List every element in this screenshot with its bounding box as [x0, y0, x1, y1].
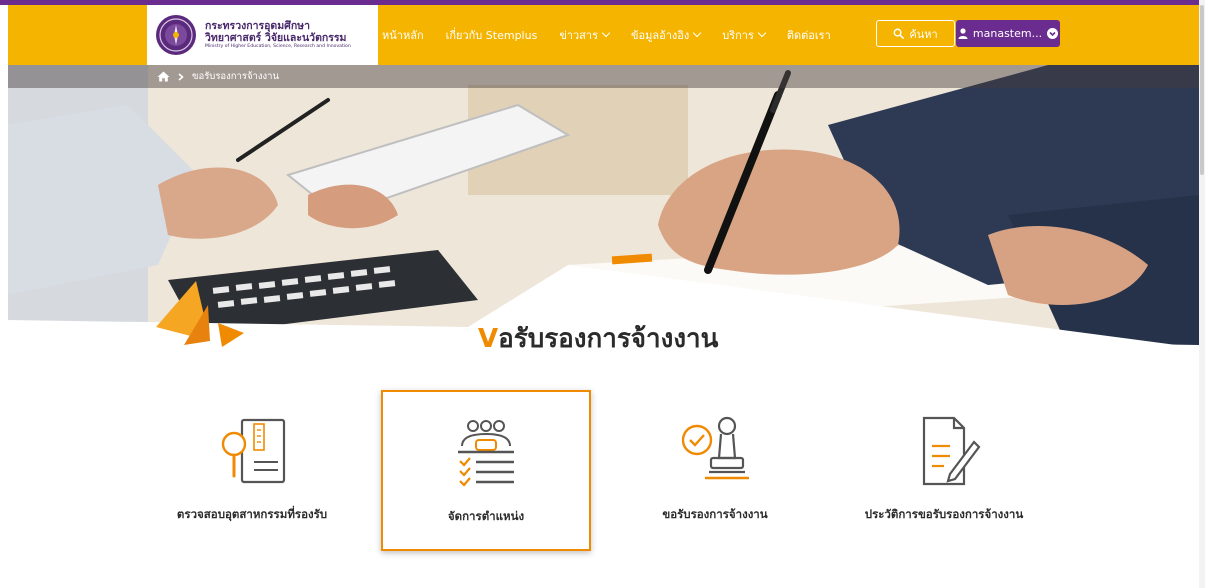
card-label-request-history: ประวัติการขอรับรองการจ้างงาน — [864, 507, 1024, 521]
breadcrumb-current: ขอรับรองการจ้างงาน — [192, 71, 279, 82]
nav-services[interactable]: บริการ — [722, 26, 767, 44]
hero-illustration — [8, 65, 1199, 348]
user-icon — [958, 28, 968, 39]
nav-news-label: ข่าวสาร — [559, 29, 598, 42]
scrollbar-thumb[interactable] — [1200, 5, 1204, 175]
ministry-seal-icon — [156, 15, 196, 55]
logo-text: กระทรวงการอุดมศึกษา วิทยาศาสตร์ วิจัยและ… — [205, 20, 351, 49]
card-request-history[interactable]: ประวัติการขอรับรองการจ้างงาน — [839, 390, 1049, 551]
nav-references-label: ข้อมูลอ้างอิง — [630, 29, 690, 42]
card-label-manage-positions: จัดการตำแหน่ง — [447, 509, 525, 523]
home-icon[interactable] — [157, 71, 170, 82]
chevron-down-icon — [757, 28, 767, 38]
hero-banner: ขอรับรองการจ้างงาน — [8, 65, 1199, 348]
page: กระทรวงการอุดมศึกษา วิทยาศาสตร์ วิจัยและ… — [0, 0, 1205, 588]
nav-news[interactable]: ข่าวสาร — [559, 26, 611, 44]
card-manage-positions[interactable]: จัดการตำแหน่ง — [381, 390, 591, 551]
chevron-right-icon — [178, 72, 184, 81]
document-search-icon — [221, 418, 286, 484]
card-label-check-industry: ตรวจสอบอุตสาหกรรมที่รองรับ — [176, 507, 328, 521]
card-label-request-certification: ขอรับรองการจ้างงาน — [662, 507, 768, 521]
search-button[interactable]: ค้นหา — [876, 20, 955, 47]
user-menu-button[interactable]: manastem... — [956, 20, 1060, 47]
search-icon — [893, 28, 905, 39]
logo-line-1: กระทรวงการอุดมศึกษา — [205, 20, 310, 33]
card-request-certification[interactable]: ขอรับรองการจ้างงาน — [610, 390, 820, 551]
meeting-checklist-icon — [458, 420, 514, 487]
page-title: Vอรับรองการจ้างงาน — [478, 318, 718, 359]
logo-line-2: วิทยาศาสตร์ วิจัยและนวัตกรรม — [205, 32, 347, 45]
nav-references[interactable]: ข้อมูลอ้างอิง — [630, 26, 702, 44]
main-nav: หน้าหลัก เกี่ยวกับ Stemplus ข่าวสาร ข้อม… — [382, 5, 853, 65]
header-bar: กระทรวงการอุดมศึกษา วิทยาศาสตร์ วิจัยและ… — [8, 5, 1199, 65]
logo-line-3: Ministry of Higher Education, Science, R… — [205, 44, 351, 50]
chevron-down-icon — [692, 28, 702, 38]
breadcrumb: ขอรับรองการจ้างงาน — [8, 65, 1199, 88]
nav-services-label: บริการ — [722, 29, 754, 42]
user-name: manastem... — [972, 27, 1043, 40]
search-label: ค้นหา — [909, 27, 938, 41]
chevron-down-icon — [601, 28, 611, 38]
nav-contact[interactable]: ติดต่อเรา — [787, 26, 831, 44]
chevron-circle-down-icon — [1047, 28, 1059, 39]
card-check-industry[interactable]: ตรวจสอบอุตสาหกรรมที่รองรับ — [147, 390, 357, 551]
service-cards: ตรวจสอบอุตสาหกรรมที่รองรับ จัดการตำแหน่ง — [0, 390, 1205, 555]
nav-home[interactable]: หน้าหลัก — [382, 26, 424, 44]
document-edit-icon — [922, 416, 981, 486]
page-title-first: V — [478, 324, 499, 354]
ministry-logo[interactable]: กระทรวงการอุดมศึกษา วิทยาศาสตร์ วิจัยและ… — [147, 5, 378, 65]
page-title-rest: อรับรองการจ้างงาน — [498, 324, 719, 354]
stamp-approval-icon — [681, 416, 749, 480]
nav-about[interactable]: เกี่ยวกับ Stemplus — [446, 26, 538, 44]
